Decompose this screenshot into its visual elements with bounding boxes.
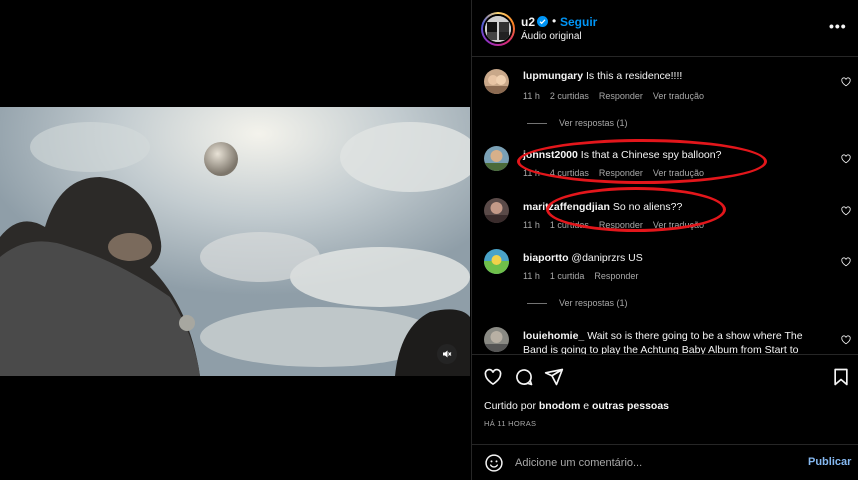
reply-button[interactable]: Responder [594,271,638,281]
video-player[interactable] [0,107,470,376]
band-photo-icon [485,16,511,42]
video-frame [0,107,470,376]
muted-speaker-icon [443,350,452,358]
separator-dot: • [552,14,557,28]
commenter-avatar[interactable] [484,146,509,171]
commenter-avatar[interactable] [484,69,509,94]
comment-username[interactable]: lupmungary [523,70,583,82]
commenter-avatar[interactable] [484,327,509,352]
comment-likes[interactable]: 1 curtidas [550,220,589,230]
like-heart-icon[interactable] [483,367,503,387]
comment-likes[interactable]: 2 curtidas [550,91,589,101]
comment-time: 11 h [523,91,540,101]
view-replies-button[interactable]: Ver respostas (1) [527,118,628,128]
more-options-icon[interactable]: ••• [829,18,847,34]
comment-text: louiehomie_ Wait so is there going to be… [523,330,803,354]
like-heart-icon[interactable] [841,206,851,216]
reply-button[interactable]: Responder [599,220,643,230]
comment-time: 11 h [523,168,540,178]
comment-input[interactable] [515,454,795,472]
comment-meta: 11 h 2 curtidas Responder Ver tradução [523,91,714,101]
comment-bubble-icon[interactable] [514,367,534,387]
like-heart-icon[interactable] [841,77,851,87]
post-timestamp: HÁ 11 HORAS [484,419,537,428]
like-heart-icon[interactable] [841,335,851,345]
liked-by-user[interactable]: bnodom [539,400,580,412]
commenter-avatar[interactable] [484,249,509,274]
commenter-avatar[interactable] [484,198,509,223]
comment-meta: 11 h 1 curtida Responder [523,271,648,281]
follow-button[interactable]: Seguir [560,15,597,29]
comment-username[interactable]: biaportto [523,252,569,264]
comments-list[interactable]: lupmungary Is this a residence!!!! 11 h 2… [472,57,858,354]
post-panel: u2 • Seguir Áudio original ••• lupmungar… [471,0,858,480]
author-avatar[interactable] [481,12,515,46]
view-replies-button[interactable]: Ver respostas (1) [527,298,628,308]
add-comment-bar: Publicar [472,444,858,480]
translate-button[interactable]: Ver tradução [653,220,704,230]
likes-summary: Curtido por bnodom e outras pessoas [484,400,670,412]
emoji-icon[interactable] [484,453,504,473]
reply-button[interactable]: Responder [599,91,643,101]
save-bookmark-icon[interactable] [831,367,851,387]
translate-button[interactable]: Ver tradução [653,168,704,178]
comment-text: lupmungary Is this a residence!!!! [523,70,683,82]
mute-button[interactable] [437,344,457,364]
post-header: u2 • Seguir Áudio original ••• [472,0,858,57]
comment-text: biaportto @daniprzrs US [523,252,643,264]
reply-button[interactable]: Responder [599,168,643,178]
original-audio-link[interactable]: Áudio original [521,31,582,42]
comment-time: 11 h [523,220,540,230]
author-username[interactable]: u2 [521,15,535,29]
comment-time: 11 h [523,271,540,281]
like-heart-icon[interactable] [841,257,851,267]
comment-username[interactable]: johnst2000 [523,149,578,161]
comment-likes[interactable]: 1 curtida [550,271,585,281]
comment-text: maritzaffengdjian So no aliens?? [523,201,683,213]
like-heart-icon[interactable] [841,154,851,164]
comment-text: johnst2000 Is that a Chinese spy balloon… [523,149,722,161]
verified-badge-icon [537,16,548,27]
media-area [0,0,470,480]
comment-meta: 11 h 4 curtidas Responder Ver tradução [523,168,714,178]
liked-by-others[interactable]: outras pessoas [592,400,669,412]
publish-button[interactable]: Publicar [808,456,851,468]
translate-button[interactable]: Ver tradução [653,91,704,101]
post-actions: Curtido por bnodom e outras pessoas HÁ 1… [472,354,858,444]
comment-meta: 11 h 1 curtidas Responder Ver tradução [523,220,714,230]
share-send-icon[interactable] [544,367,564,387]
comment-username[interactable]: maritzaffengdjian [523,201,610,213]
comment-username[interactable]: louiehomie_ [523,330,584,342]
comment-likes[interactable]: 4 curtidas [550,168,589,178]
